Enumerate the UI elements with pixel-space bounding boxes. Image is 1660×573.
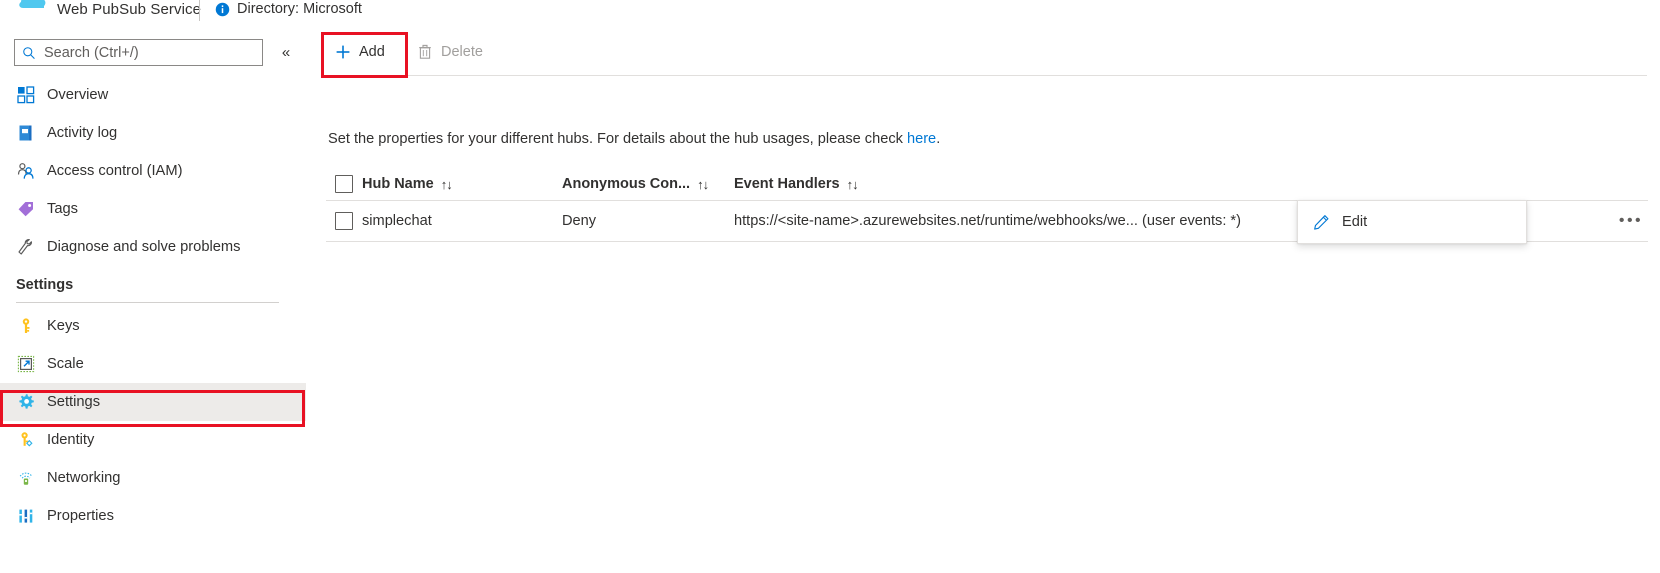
- sidebar-item-label: Scale: [47, 356, 84, 372]
- sidebar-group-divider: [16, 302, 279, 303]
- row-checkbox[interactable]: [335, 212, 353, 230]
- activity-log-icon: [16, 123, 36, 143]
- sidebar-item-networking[interactable]: Networking: [0, 459, 306, 497]
- sidebar-item-overview[interactable]: Overview: [0, 76, 306, 114]
- sidebar-item-identity[interactable]: Identity: [0, 421, 306, 459]
- access-control-icon: [16, 161, 36, 181]
- column-label: Event Handlers: [734, 176, 840, 192]
- sidebar-item-label: Overview: [47, 87, 109, 103]
- column-header-hub-name[interactable]: Hub Name ↑↓: [362, 176, 562, 192]
- wrench-icon: [16, 237, 36, 257]
- context-menu-item-edit[interactable]: Edit: [1298, 205, 1526, 239]
- sidebar-item-access-control[interactable]: Access control (IAM): [0, 152, 306, 190]
- azure-portal-screen: Web PubSub Service Directory: Microsoft …: [0, 0, 1660, 573]
- sidebar-nav-list: Overview Activity log Access control (IA…: [0, 76, 306, 535]
- sort-icon[interactable]: ↑↓: [697, 177, 709, 192]
- overview-icon: [16, 85, 36, 105]
- sort-icon[interactable]: ↑↓: [847, 177, 859, 192]
- search-input[interactable]: [36, 39, 262, 66]
- row-context-menu: Edit: [1297, 200, 1527, 244]
- delete-button-label: Delete: [441, 44, 483, 60]
- sidebar-item-activity-log[interactable]: Activity log: [0, 114, 306, 152]
- tags-icon: [16, 199, 36, 219]
- select-all-cell[interactable]: [326, 175, 362, 193]
- main-content: Add Delete Set the properties for your d: [306, 28, 1660, 573]
- search-box[interactable]: [14, 39, 263, 66]
- description-period: .: [936, 131, 941, 147]
- command-bar-divider: [326, 75, 1647, 76]
- sidebar-item-keys[interactable]: Keys: [0, 307, 306, 345]
- sort-icon[interactable]: ↑↓: [441, 177, 453, 192]
- sidebar-item-label: Identity: [47, 432, 95, 448]
- sidebar-item-scale[interactable]: Scale: [0, 345, 306, 383]
- column-header-anonymous-connect[interactable]: Anonymous Con... ↑↓: [562, 176, 734, 192]
- sidebar-item-settings[interactable]: Settings: [0, 383, 306, 421]
- collapse-sidebar-button[interactable]: «: [275, 41, 297, 63]
- sidebar-item-tags[interactable]: Tags: [0, 190, 306, 228]
- key-icon: [16, 316, 36, 336]
- description-text: Set the properties for your different hu…: [328, 131, 907, 147]
- delete-button[interactable]: Delete: [406, 37, 493, 67]
- cell-anonymous-connect: Deny: [562, 213, 597, 229]
- scale-icon: [16, 354, 36, 374]
- table-header-row: Hub Name ↑↓ Anonymous Con... ↑↓ Event Ha…: [326, 168, 1648, 200]
- sidebar-item-label: Keys: [47, 318, 80, 334]
- sidebar-item-label: Diagnose and solve problems: [47, 239, 241, 255]
- command-bar: Add Delete: [306, 28, 1660, 76]
- sidebar-item-label: Tags: [47, 201, 79, 217]
- hub-description: Set the properties for your different hu…: [328, 131, 940, 147]
- sidebar-item-label: Access control (IAM): [47, 163, 183, 179]
- column-label: Anonymous Con...: [562, 176, 691, 192]
- row-select-cell[interactable]: [326, 212, 362, 230]
- resource-header: Web PubSub Service Directory: Microsoft: [0, 0, 1660, 28]
- plus-icon: [334, 44, 351, 61]
- trash-icon: [416, 44, 433, 61]
- here-link[interactable]: here: [907, 131, 936, 147]
- sidebar-item-label: Settings: [47, 394, 101, 410]
- sidebar-item-label: Properties: [47, 508, 114, 524]
- sidebar-item-label: Networking: [47, 470, 121, 486]
- row-more-actions-button[interactable]: •••: [1616, 210, 1646, 232]
- sidebar-group-settings-header: Settings: [16, 277, 74, 293]
- sidebar-item-diagnose[interactable]: Diagnose and solve problems: [0, 228, 306, 266]
- networking-icon: [16, 468, 36, 488]
- resource-type-title: Web PubSub Service: [57, 1, 202, 18]
- properties-icon: [16, 506, 36, 526]
- cell-hub-name: simplechat: [362, 213, 432, 229]
- web-pubsub-cloud-logo: [18, 0, 48, 18]
- directory-label: Directory: Microsoft: [237, 1, 362, 17]
- header-divider: [199, 0, 200, 21]
- gear-icon: [16, 392, 36, 412]
- context-menu-item-label: Edit: [1342, 214, 1368, 230]
- pencil-icon: [1312, 213, 1330, 231]
- add-button-label: Add: [359, 44, 385, 60]
- select-all-checkbox[interactable]: [335, 175, 353, 193]
- column-label: Hub Name: [362, 176, 434, 192]
- identity-key-icon: [16, 430, 36, 450]
- search-icon: [22, 46, 36, 60]
- sidebar-item-properties[interactable]: Properties: [0, 497, 306, 535]
- column-header-event-handlers[interactable]: Event Handlers ↑↓: [734, 176, 1648, 192]
- info-icon: [215, 2, 230, 17]
- sidebar-item-label: Activity log: [47, 125, 118, 141]
- add-button[interactable]: Add: [324, 37, 395, 67]
- sidebar: « Overview: [0, 28, 306, 573]
